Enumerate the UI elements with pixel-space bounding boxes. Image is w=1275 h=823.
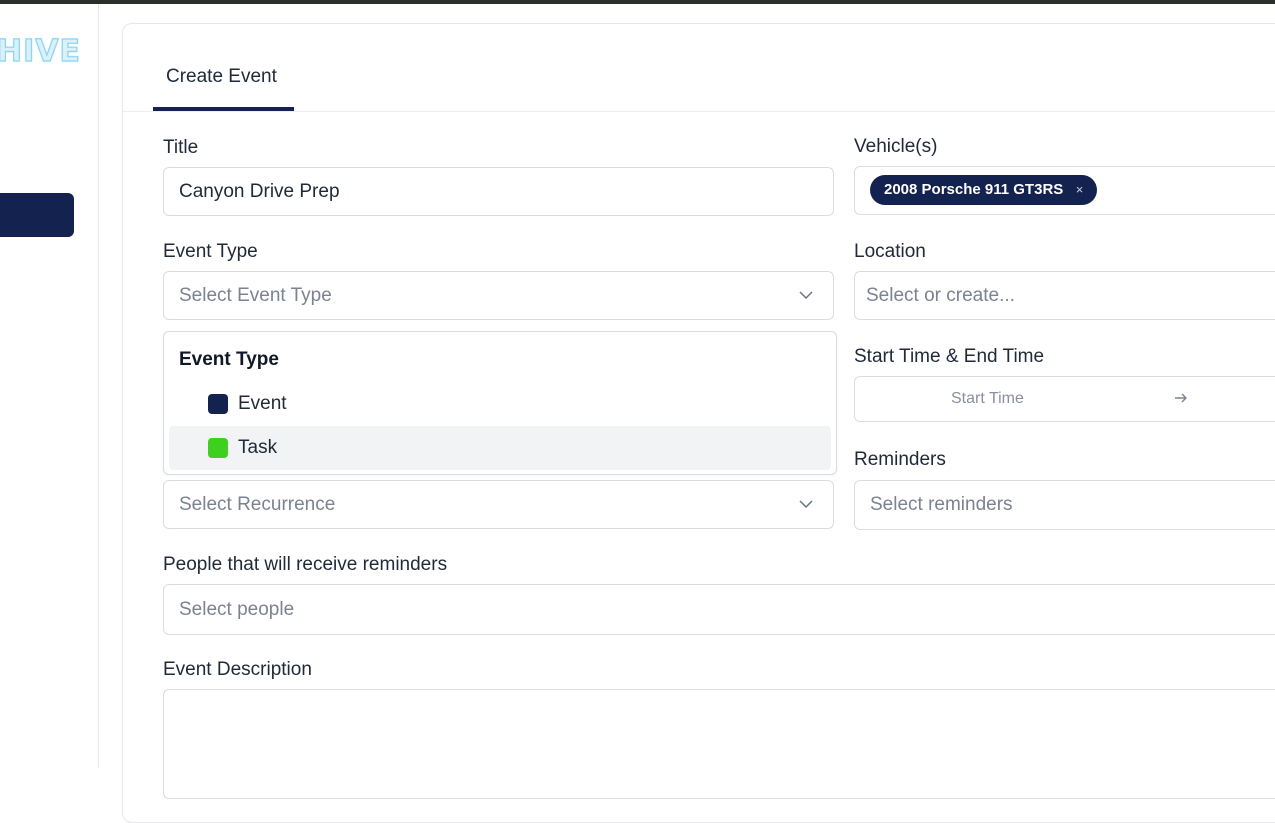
- people-select[interactable]: Select people: [163, 584, 1275, 635]
- chip-remove-icon[interactable]: ×: [1076, 175, 1084, 205]
- title-value: Canyon Drive Prep: [179, 181, 340, 202]
- location-placeholder: Select or create...: [866, 285, 1015, 306]
- vehicle-chip: 2008 Porsche 911 GT3RS ×: [870, 175, 1098, 205]
- description-textarea[interactable]: [163, 689, 1275, 799]
- recurrence-select[interactable]: Select Recurrence: [163, 480, 834, 529]
- active-tab-indicator: [153, 107, 294, 111]
- vehicle-chip-label: 2008 Porsche 911 GT3RS: [884, 181, 1064, 198]
- event-type-select[interactable]: Select Event Type: [163, 271, 834, 320]
- vehicles-select[interactable]: 2008 Porsche 911 GT3RS ×: [854, 166, 1275, 215]
- title-input[interactable]: Canyon Drive Prep: [163, 167, 834, 216]
- title-label: Title: [163, 137, 199, 158]
- vehicles-label: Vehicle(s): [854, 136, 938, 157]
- option-task[interactable]: Task: [169, 426, 831, 470]
- event-type-placeholder: Select Event Type: [179, 285, 332, 306]
- sidebar: HIVE: [0, 4, 99, 768]
- chevron-down-icon: [799, 291, 813, 300]
- tab-bar: Create Event: [123, 24, 1275, 112]
- chevron-down-icon: [799, 500, 813, 509]
- arrow-right-icon: [1175, 393, 1187, 403]
- reminders-select[interactable]: Select reminders: [854, 480, 1275, 530]
- tab-create-event[interactable]: Create Event: [154, 66, 294, 112]
- task-color-swatch: [208, 438, 228, 458]
- reminders-placeholder: Select reminders: [870, 494, 1013, 515]
- recurrence-placeholder: Select Recurrence: [179, 494, 336, 515]
- dropdown-group-title: Event Type: [179, 349, 279, 370]
- event-type-dropdown: Event Type Event Task: [163, 331, 837, 475]
- option-event[interactable]: Event: [169, 382, 831, 426]
- app-logo[interactable]: HIVE: [0, 34, 80, 70]
- location-label: Location: [854, 241, 926, 262]
- option-task-label: Task: [238, 437, 278, 458]
- event-color-swatch: [208, 394, 228, 414]
- location-select[interactable]: Select or create...: [854, 271, 1275, 320]
- event-type-label: Event Type: [163, 241, 258, 262]
- reminders-label: Reminders: [854, 449, 946, 470]
- time-label: Start Time & End Time: [854, 346, 1045, 367]
- time-range-picker[interactable]: Start Time: [854, 376, 1275, 422]
- option-event-label: Event: [238, 393, 287, 414]
- start-time-input[interactable]: Start Time: [951, 390, 1024, 408]
- people-placeholder: Select people: [179, 599, 295, 620]
- sidebar-active-item[interactable]: [0, 193, 74, 237]
- description-label: Event Description: [163, 659, 312, 680]
- people-label: People that will receive reminders: [163, 554, 448, 575]
- window-top-bar: [0, 0, 1275, 4]
